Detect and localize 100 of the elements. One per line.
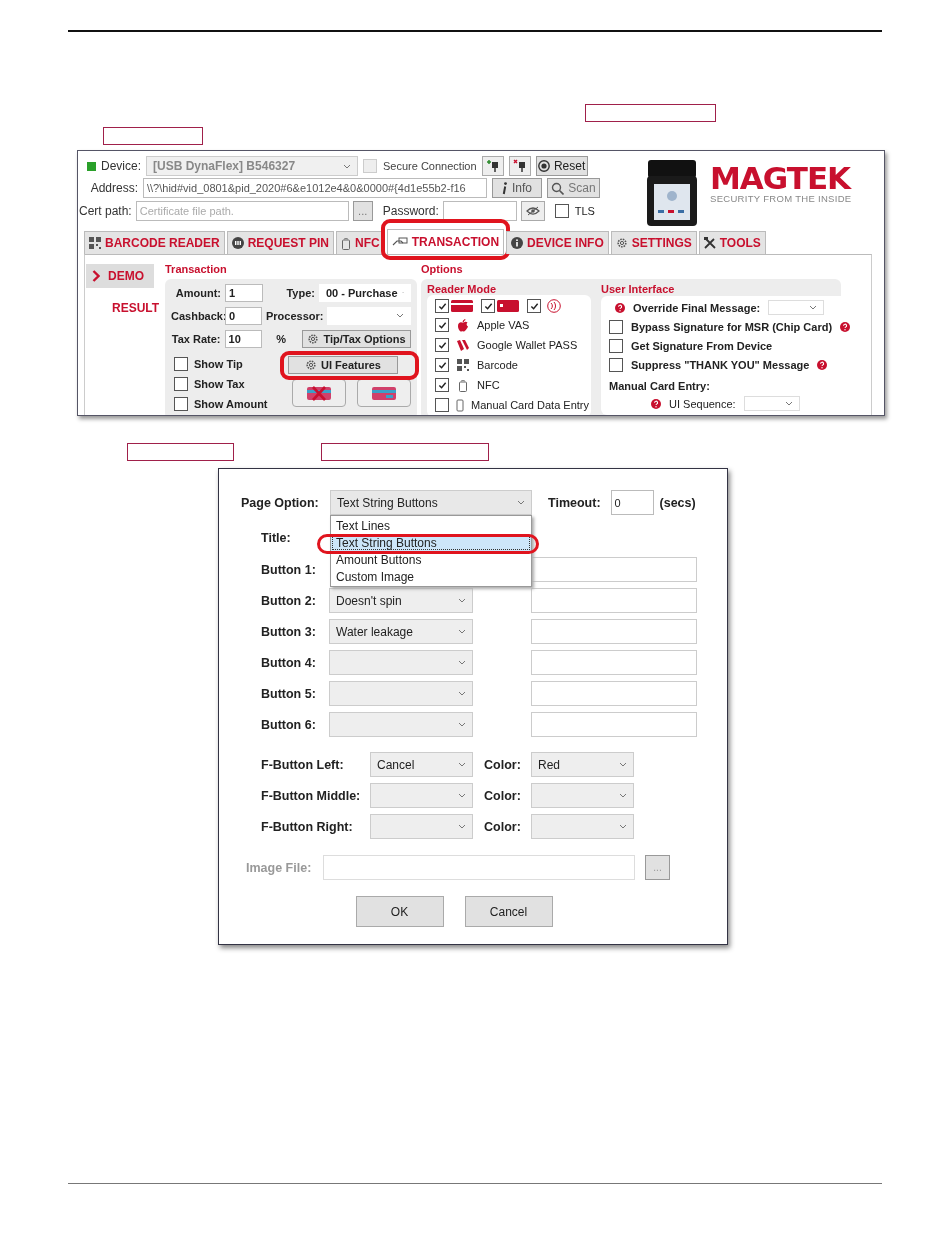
qr-code-icon: [457, 359, 469, 371]
disconnect-button[interactable]: [508, 156, 531, 176]
tab[interactable]: TOOLS: [698, 231, 766, 254]
checkbox[interactable]: [435, 398, 449, 412]
dropdown-option[interactable]: Custom Image: [331, 568, 531, 585]
ui-sequence-label: UI Sequence:: [669, 397, 736, 410]
button-text-field[interactable]: [531, 681, 697, 706]
checkbox[interactable]: [435, 318, 449, 332]
reset-button[interactable]: Reset: [535, 156, 588, 176]
check-icon: [529, 301, 539, 311]
link-box[interactable]: [103, 127, 203, 145]
connect-button[interactable]: [481, 156, 504, 176]
button-text-field[interactable]: [531, 650, 697, 675]
checkbox[interactable]: [435, 338, 449, 352]
checkbox-label: Show Tip: [194, 358, 243, 370]
crossed-card-icon: [306, 384, 332, 402]
address-field[interactable]: \\?\hid#vid_0801&pid_2020#6&e1012e4&0&0000#{4d1e55b2-f16: [143, 178, 487, 198]
brand-name: MAGTEK: [710, 163, 853, 193]
info-icon: [511, 237, 524, 249]
card-icon: [451, 300, 473, 312]
help-icon[interactable]: [615, 302, 625, 313]
chevron-icon: [92, 270, 100, 282]
show-password-button[interactable]: [520, 201, 545, 221]
settings-icon: [307, 332, 320, 345]
phone-icon: [458, 378, 468, 392]
button-label: Button 4:: [261, 655, 317, 670]
ui-features-button[interactable]: UI Features: [288, 356, 398, 374]
button-text-field[interactable]: [531, 557, 697, 582]
checkbox[interactable]: [609, 357, 623, 372]
hand-card-icon: [391, 237, 408, 247]
cancel-card-button[interactable]: [292, 379, 346, 407]
tab[interactable]: TRANSACTION: [386, 229, 505, 254]
color-dropdown[interactable]: [531, 783, 634, 808]
dropdown-option[interactable]: Amount Buttons: [331, 551, 531, 568]
password-field[interactable]: [442, 201, 517, 221]
side-nav-item[interactable]: RESULT: [85, 296, 165, 320]
page-option-label: Page Option:: [241, 495, 320, 510]
checkbox-label: Show Amount: [194, 398, 268, 410]
info-button[interactable]: Info: [492, 178, 542, 198]
checkbox-label: TLS: [574, 205, 595, 217]
side-nav-item[interactable]: DEMO: [86, 264, 154, 288]
checkbox[interactable]: [609, 338, 623, 353]
amount-label: Amount:: [174, 286, 221, 299]
cert-path-field[interactable]: Certificate file path.: [135, 201, 349, 221]
checkbox-label: Google Wallet PASS: [477, 339, 578, 351]
dialog-button[interactable]: OK: [355, 896, 444, 927]
wallet-icon: [456, 338, 470, 352]
button-dropdown[interactable]: Water leakage: [329, 619, 473, 644]
function-button-dropdown[interactable]: Cancel: [370, 752, 473, 777]
tax-rate-field[interactable]: 10: [224, 329, 263, 348]
checkbox[interactable]: [435, 299, 449, 313]
dialog-button[interactable]: Cancel: [464, 896, 553, 927]
link-box[interactable]: [321, 443, 489, 461]
checkbox-label: NFC: [477, 379, 500, 391]
help-icon[interactable]: [817, 359, 828, 370]
reset-icon: [537, 160, 550, 172]
page-option-dropdown[interactable]: Text String Buttons: [330, 490, 532, 515]
settings-icon: [305, 359, 318, 371]
tab[interactable]: BARCODE READER: [84, 231, 225, 254]
cashback-field[interactable]: 0: [225, 306, 262, 325]
type-dropdown[interactable]: 00 - Purchase: [319, 283, 411, 302]
dropdown-option[interactable]: Text Lines: [331, 517, 531, 534]
scan-button[interactable]: Scan: [547, 178, 600, 198]
checkbox[interactable]: [174, 397, 188, 411]
link-box[interactable]: [585, 104, 716, 122]
password-label: Password:: [382, 204, 439, 218]
checkbox[interactable]: [481, 299, 495, 313]
color-dropdown[interactable]: Red: [531, 752, 634, 777]
plug-icon: [485, 159, 500, 173]
amount-field[interactable]: 1: [225, 283, 263, 302]
checkbox[interactable]: [435, 358, 449, 372]
manual-card-entry-label: Manual Card Entry:: [609, 380, 711, 392]
button-text-field[interactable]: [531, 588, 697, 613]
button-text-field[interactable]: [531, 712, 697, 737]
tab[interactable]: SETTINGS: [610, 231, 697, 254]
timeout-field[interactable]: 0: [610, 490, 654, 515]
button-dropdown[interactable]: Doesn't spin: [329, 588, 473, 613]
card-button[interactable]: [357, 379, 411, 407]
checkbox[interactable]: [174, 357, 188, 371]
checkbox-label: Show Tax: [194, 378, 245, 390]
help-icon[interactable]: [651, 398, 661, 409]
tab[interactable]: DEVICE INFO: [506, 231, 609, 254]
color-label: Color:: [484, 757, 522, 772]
help-icon[interactable]: [840, 321, 851, 332]
image-file-field[interactable]: [323, 855, 635, 880]
percent-label: %: [275, 332, 287, 345]
checkbox[interactable]: [609, 319, 623, 334]
tip-tax-options-button[interactable]: Tip/Tax Options: [302, 329, 411, 348]
checkbox[interactable]: [435, 378, 449, 392]
checkbox[interactable]: [174, 377, 188, 391]
checkbox[interactable]: [527, 299, 541, 313]
link-box[interactable]: [127, 443, 234, 461]
brand-tagline: SECURITY FROM THE INSIDE: [710, 193, 853, 204]
tab[interactable]: REQUEST PIN: [226, 231, 335, 254]
button-text-field[interactable]: [531, 619, 697, 644]
function-button-label: F-Button Right:: [261, 819, 354, 834]
button-label: Button 6:: [261, 717, 317, 732]
checkbox[interactable]: [554, 204, 569, 218]
section-title: Options: [421, 263, 464, 276]
color-dropdown[interactable]: [531, 814, 634, 839]
